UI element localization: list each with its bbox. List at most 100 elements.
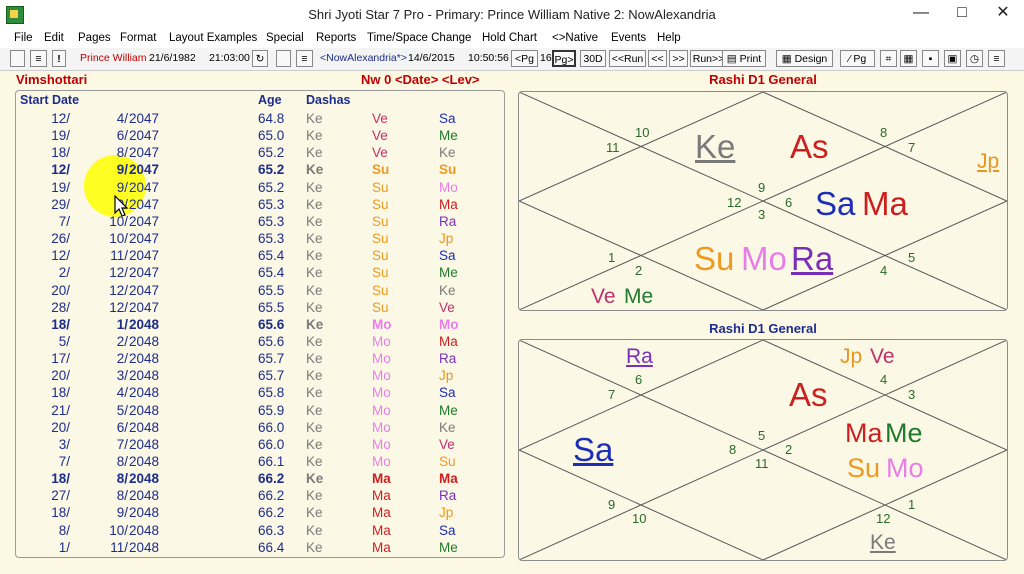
chart1-planet-as[interactable]: As bbox=[790, 130, 829, 163]
chart1-planet-ra[interactable]: Ra bbox=[791, 242, 833, 275]
prev-page-button[interactable]: <Pg bbox=[511, 50, 538, 67]
table-row[interactable]: 1/11/2048 66.4 Ke Ma Me bbox=[16, 540, 504, 557]
table-row[interactable]: 21/5/2048 65.9 Ke Mo Me bbox=[16, 403, 504, 420]
menu-help[interactable]: Help bbox=[657, 32, 681, 44]
notes-button[interactable]: ≡ bbox=[988, 50, 1005, 67]
page-button[interactable] bbox=[276, 50, 291, 67]
chart2-title: Rashi D1 General bbox=[709, 321, 817, 336]
minimize-button[interactable]: — bbox=[900, 0, 942, 28]
table-row[interactable]: 2/12/2047 65.4 Ke Su Me bbox=[16, 265, 504, 282]
table-row[interactable]: 17/2/2048 65.7 Ke Mo Ra bbox=[16, 351, 504, 368]
chart2-planet-sa[interactable]: Sa bbox=[573, 433, 613, 466]
table-row[interactable]: 18/8/2048 66.2 Ke Ma Ma bbox=[16, 471, 504, 488]
table-row[interactable]: 20/6/2048 66.0 Ke Mo Ke bbox=[16, 420, 504, 437]
native-date[interactable]: 21/6/1982 bbox=[149, 52, 196, 64]
maximize-button[interactable]: □ bbox=[941, 0, 983, 28]
native-time[interactable]: 21:03:00 bbox=[209, 52, 250, 64]
next-page-button[interactable]: Pg> bbox=[552, 50, 576, 67]
table-row[interactable]: 12/4/2047 64.8 Ke Ve Sa bbox=[16, 111, 504, 128]
row-year: 2048 bbox=[129, 351, 160, 367]
chart2-planet-ve[interactable]: Ve bbox=[870, 346, 895, 368]
menu-events[interactable]: Events bbox=[611, 32, 646, 44]
list-button[interactable]: ≡ bbox=[30, 50, 47, 67]
chart1-planet-ma[interactable]: Ma bbox=[862, 187, 908, 220]
table-row[interactable]: 18/1/2048 65.6 Ke Mo Mo bbox=[16, 317, 504, 334]
table-row[interactable]: 12/9/2047 65.2 Ke Su Su bbox=[16, 162, 504, 179]
step-forward-button[interactable]: >> bbox=[669, 50, 688, 67]
grid-button[interactable]: ▦ bbox=[900, 50, 917, 67]
print-button[interactable]: ▤ Print bbox=[722, 50, 766, 67]
table-row[interactable]: 3/7/2048 66.0 Ke Mo Ve bbox=[16, 437, 504, 454]
clock-button[interactable]: ◷ bbox=[966, 50, 983, 67]
menu-layout-examples[interactable]: Layout Examples bbox=[169, 32, 257, 44]
table-row[interactable]: 26/10/2047 65.3 Ke Su Jp bbox=[16, 231, 504, 248]
crop-button[interactable]: ⌗ bbox=[880, 50, 897, 67]
table-row[interactable]: 27/8/2048 66.2 Ke Ma Ra bbox=[16, 488, 504, 505]
notes-icon: ≡ bbox=[993, 53, 1000, 65]
menu-time-space-change[interactable]: Time/Space Change bbox=[367, 32, 471, 44]
chart2-planet-me[interactable]: Me bbox=[885, 420, 923, 447]
menu-format[interactable]: Format bbox=[120, 32, 156, 44]
step-back-button[interactable]: << bbox=[648, 50, 667, 67]
chart1-planet-jp[interactable]: Jp bbox=[977, 151, 999, 173]
chart2-planet-su[interactable]: Su bbox=[847, 455, 880, 482]
design-button[interactable]: ▦ Design bbox=[776, 50, 833, 67]
native2-time[interactable]: 10:50:56 bbox=[468, 52, 509, 64]
chart1-box[interactable]: 10 11 8 7 9 12 3 6 1 2 4 5 Ke As Sa Ma S… bbox=[518, 91, 1008, 311]
table-row[interactable]: 7/10/2047 65.3 Ke Su Ra bbox=[16, 214, 504, 231]
table-row[interactable]: 20/3/2048 65.7 Ke Mo Jp bbox=[16, 368, 504, 385]
row-month: 8/ bbox=[116, 145, 128, 161]
chart1-planet-ke[interactable]: Ke bbox=[695, 130, 735, 163]
chart1-planet-ve[interactable]: Ve bbox=[591, 286, 616, 308]
table-row[interactable]: 12/11/2047 65.4 Ke Su Sa bbox=[16, 248, 504, 265]
pg-tool-button[interactable]: ⁄ Pg bbox=[840, 50, 875, 67]
table-row[interactable]: 20/12/2047 65.5 Ke Su Ke bbox=[16, 283, 504, 300]
table-row[interactable]: 18/8/2047 65.2 Ke Ve Ke bbox=[16, 145, 504, 162]
row-dasha-1: Ke bbox=[306, 471, 324, 487]
menu-pages[interactable]: Pages bbox=[78, 32, 111, 44]
table-row[interactable]: 5/2/2048 65.6 Ke Mo Ma bbox=[16, 334, 504, 351]
table-row[interactable]: 8/10/2048 66.3 Ke Ma Sa bbox=[16, 523, 504, 540]
native2-name[interactable]: <NowAlexandria*> bbox=[320, 52, 407, 64]
table-row[interactable]: 19/9/2047 65.2 Ke Su Mo bbox=[16, 180, 504, 197]
menu-native[interactable]: <>Native bbox=[552, 32, 598, 44]
days-button[interactable]: 30D bbox=[580, 50, 606, 67]
list2-button[interactable]: ≡ bbox=[296, 50, 313, 67]
chart1-planet-me[interactable]: Me bbox=[624, 286, 653, 308]
new-page-button[interactable] bbox=[10, 50, 25, 67]
chart2-planet-ra[interactable]: Ra bbox=[626, 346, 653, 368]
chart2-box[interactable]: 6 7 4 3 5 8 11 2 9 10 12 1 Ra Jp Ve As S… bbox=[518, 339, 1008, 561]
close-button[interactable]: ✕ bbox=[982, 0, 1024, 28]
table-row[interactable]: 18/9/2048 66.2 Ke Ma Jp bbox=[16, 505, 504, 522]
native2-date[interactable]: 14/6/2015 bbox=[408, 52, 455, 64]
row-month: 6/ bbox=[116, 419, 128, 435]
row-day: 8/ bbox=[58, 522, 70, 538]
menu-edit[interactable]: Edit bbox=[44, 32, 64, 44]
table-row[interactable]: 18/4/2048 65.8 Ke Mo Sa bbox=[16, 385, 504, 402]
table-row[interactable]: 28/12/2047 65.5 Ke Su Ve bbox=[16, 300, 504, 317]
menu-file[interactable]: File bbox=[14, 32, 33, 44]
run-back-button[interactable]: <<Run bbox=[609, 50, 646, 67]
menu-hold-chart[interactable]: Hold Chart bbox=[482, 32, 537, 44]
chart2-planet-as[interactable]: As bbox=[789, 378, 828, 411]
refresh-button[interactable]: ↻ bbox=[252, 50, 268, 67]
chart2-planet-mo[interactable]: Mo bbox=[886, 455, 924, 482]
dasha-table[interactable]: Start Date Age Dashas 12/4/2047 64.8 Ke Ve S… bbox=[15, 90, 505, 558]
chart1-planet-mo[interactable]: Mo bbox=[741, 242, 787, 275]
native-name[interactable]: Prince William bbox=[80, 52, 147, 64]
chart1-planet-su[interactable]: Su bbox=[694, 242, 734, 275]
alert-button[interactable]: ! bbox=[52, 50, 66, 67]
table-row[interactable]: 29/9/204765.3KeSuMa bbox=[16, 197, 504, 214]
chart1-planet-sa[interactable]: Sa bbox=[815, 187, 855, 220]
dasha-navigation[interactable]: Nw 0 <Date> <Lev> bbox=[361, 72, 480, 87]
chart2-planet-ma[interactable]: Ma bbox=[845, 420, 883, 447]
table-row[interactable]: 19/6/2047 65.0 Ke Ve Me bbox=[16, 128, 504, 145]
chart2-planet-ke[interactable]: Ke bbox=[870, 532, 896, 554]
menu-reports[interactable]: Reports bbox=[316, 32, 356, 44]
row-dasha-1: Ke bbox=[306, 316, 324, 332]
chart2-planet-jp[interactable]: Jp bbox=[840, 346, 862, 368]
window-button[interactable]: ▣ bbox=[944, 50, 961, 67]
save-button[interactable]: ▪ bbox=[922, 50, 939, 67]
menu-special[interactable]: Special bbox=[266, 32, 304, 44]
table-row[interactable]: 7/8/2048 66.1 Ke Mo Su bbox=[16, 454, 504, 471]
